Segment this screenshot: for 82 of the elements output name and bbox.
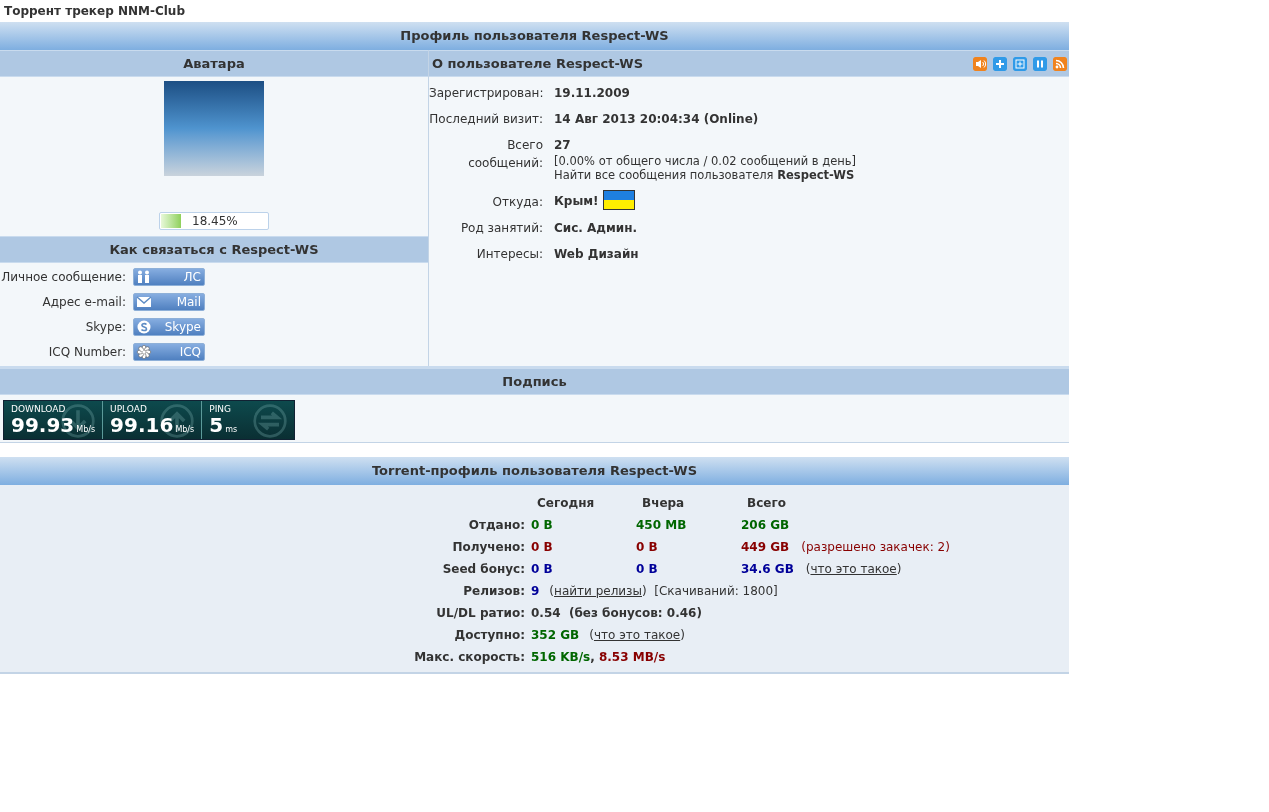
stat-note: (разрешено закачек: 2) xyxy=(801,539,950,556)
field-value: 14 Авг 2013 20:04:34 (Online) xyxy=(554,111,759,128)
speed-value: 99.16 xyxy=(110,414,174,436)
torrent-heading: Torrent-профиль пользователя Respect-WS xyxy=(0,457,1069,485)
field-label: Род занятий: xyxy=(459,220,543,237)
stat-value: 0 B xyxy=(531,539,554,556)
stat-value: 0 B xyxy=(531,517,554,534)
envelope-icon xyxy=(136,295,152,309)
speed-value: 5 xyxy=(209,414,224,436)
stat-value: 449 GB xyxy=(741,539,790,556)
plus-icon[interactable] xyxy=(993,56,1007,71)
field-value: 19.11.2009 xyxy=(554,85,630,102)
speed-value: 99.93 xyxy=(11,414,75,436)
plus-box-icon[interactable] xyxy=(1013,56,1027,71)
stat-label: Релизов: xyxy=(462,583,526,600)
ukraine-flag-icon xyxy=(602,190,635,210)
contact-label: Личное сообщение: xyxy=(0,269,126,286)
stat-value: 0.54 (без бонусов: 0.46) xyxy=(531,605,702,622)
contact-button[interactable]: ICQ xyxy=(133,343,205,361)
stat-link[interactable]: что это такое xyxy=(593,628,681,642)
stat-note: (найти релизы) [Скачиваний: 1800] xyxy=(549,583,778,600)
field-label: Зарегистрирован: xyxy=(429,85,543,102)
field-value: Крым! xyxy=(554,193,599,210)
stat-value: 206 GB xyxy=(741,517,790,534)
field-note: Найти все сообщения пользователя Respect-WS xyxy=(554,168,856,182)
contact-label: Skype: xyxy=(84,319,126,336)
speed-unit: ms xyxy=(225,424,238,436)
stat-link[interactable]: найти релизы xyxy=(554,584,642,598)
people-icon xyxy=(136,270,152,284)
speaker-icon[interactable] xyxy=(973,56,987,71)
column-heading: Сегодня xyxy=(537,495,596,512)
profile-header: Профиль пользователя Respect-WS xyxy=(0,22,1069,50)
field-note: [0.00% от общего числа / 0.02 сообщений в день] xyxy=(554,154,857,168)
contact-label: Адрес e-mail: xyxy=(41,294,126,311)
speed-unit: Mb/s xyxy=(175,424,195,436)
stat-note: (что это такое) xyxy=(589,627,685,644)
stat-value: 8.53 MB/s xyxy=(598,649,666,666)
speed-label: PING xyxy=(209,404,232,414)
avatar-heading: Аватара xyxy=(0,50,428,77)
stat-note: (что это такое) xyxy=(805,561,902,578)
field-label: Откуда: xyxy=(491,194,543,211)
stat-link[interactable]: что это такое xyxy=(810,562,897,576)
stat-value: 34.6 GB xyxy=(741,561,794,578)
stat-label: Отдано: xyxy=(467,517,526,534)
stat-value: 9 xyxy=(531,583,540,600)
site-title: Торрент трекер NNM-Club xyxy=(3,3,186,20)
speed-label: DOWNLOAD xyxy=(11,404,67,414)
stat-value: 0 B xyxy=(531,561,554,578)
field-label: Всего сообщений: xyxy=(467,137,543,172)
swap-arrows-icon xyxy=(252,403,288,439)
field-value: Web Дизайн xyxy=(554,246,639,263)
column-heading: Всего xyxy=(747,495,786,512)
speed-unit: Mb/s xyxy=(76,424,96,436)
pause-icon[interactable] xyxy=(1033,56,1047,71)
contact-button[interactable]: Skype xyxy=(133,318,205,336)
stat-label: UL/DL ратио: xyxy=(435,605,526,622)
signature-heading: Подпись xyxy=(0,368,1069,395)
contact-heading: Как связаться с Respect-WS xyxy=(0,236,428,263)
contact-button[interactable]: ЛС xyxy=(133,268,205,286)
field-label: Последний визит: xyxy=(429,111,543,128)
field-value: 27 xyxy=(554,137,572,154)
stat-value: , xyxy=(590,649,596,666)
stat-value: 0 B xyxy=(636,539,659,556)
contact-button[interactable]: Mail xyxy=(133,293,205,311)
rating-reading: 18.45% xyxy=(192,213,238,230)
column-heading: Вчера xyxy=(642,495,686,512)
stat-label: Доступно: xyxy=(453,627,526,644)
field-value: Сис. Админ. xyxy=(554,220,638,237)
stat-value: 0 B xyxy=(636,561,659,578)
stat-label: Макс. скорость: xyxy=(413,649,526,666)
contact-label: ICQ Number: xyxy=(47,344,126,361)
about-heading: О пользователе Respect-WS xyxy=(432,54,644,73)
stat-label: Получено: xyxy=(451,539,526,556)
flower-icon xyxy=(136,345,152,359)
stat-value: 450 MB xyxy=(636,517,688,534)
speed-label: UPLOAD xyxy=(110,404,148,414)
stat-label: Seed бонус: xyxy=(441,561,526,578)
skype-icon xyxy=(136,320,152,334)
rss-icon[interactable] xyxy=(1053,56,1067,71)
stat-value: 352 GB xyxy=(531,627,580,644)
field-label: Интересы: xyxy=(475,246,543,263)
stat-value: 516 KB/s xyxy=(531,649,591,666)
